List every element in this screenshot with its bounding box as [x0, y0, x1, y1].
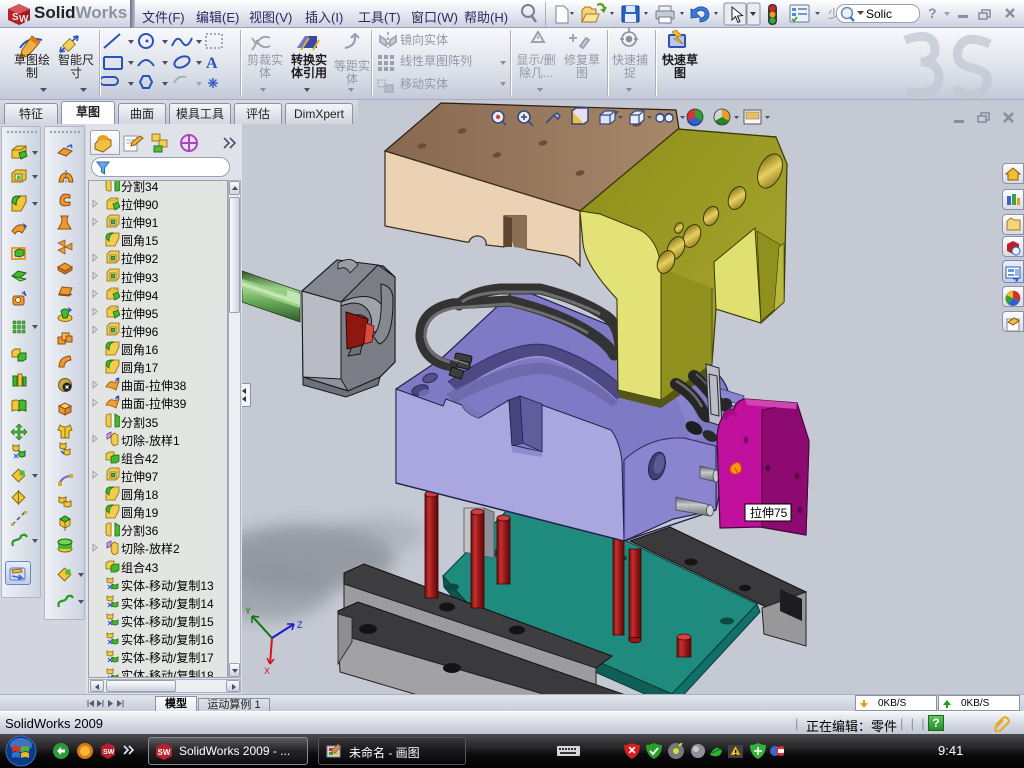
svg-text:Z: Z: [297, 620, 303, 630]
svg-text:SW: SW: [158, 748, 171, 757]
svg-text:W: W: [19, 14, 29, 25]
svg-text:SW: SW: [103, 749, 115, 756]
svg-text:S: S: [12, 12, 19, 23]
svg-text:X: X: [264, 666, 270, 676]
svg-text:A: A: [206, 55, 218, 72]
svg-text:Y: Y: [245, 606, 251, 616]
svg-text:拉伸75: 拉伸75: [750, 505, 788, 520]
svg-text:Solic: Solic: [866, 7, 892, 21]
